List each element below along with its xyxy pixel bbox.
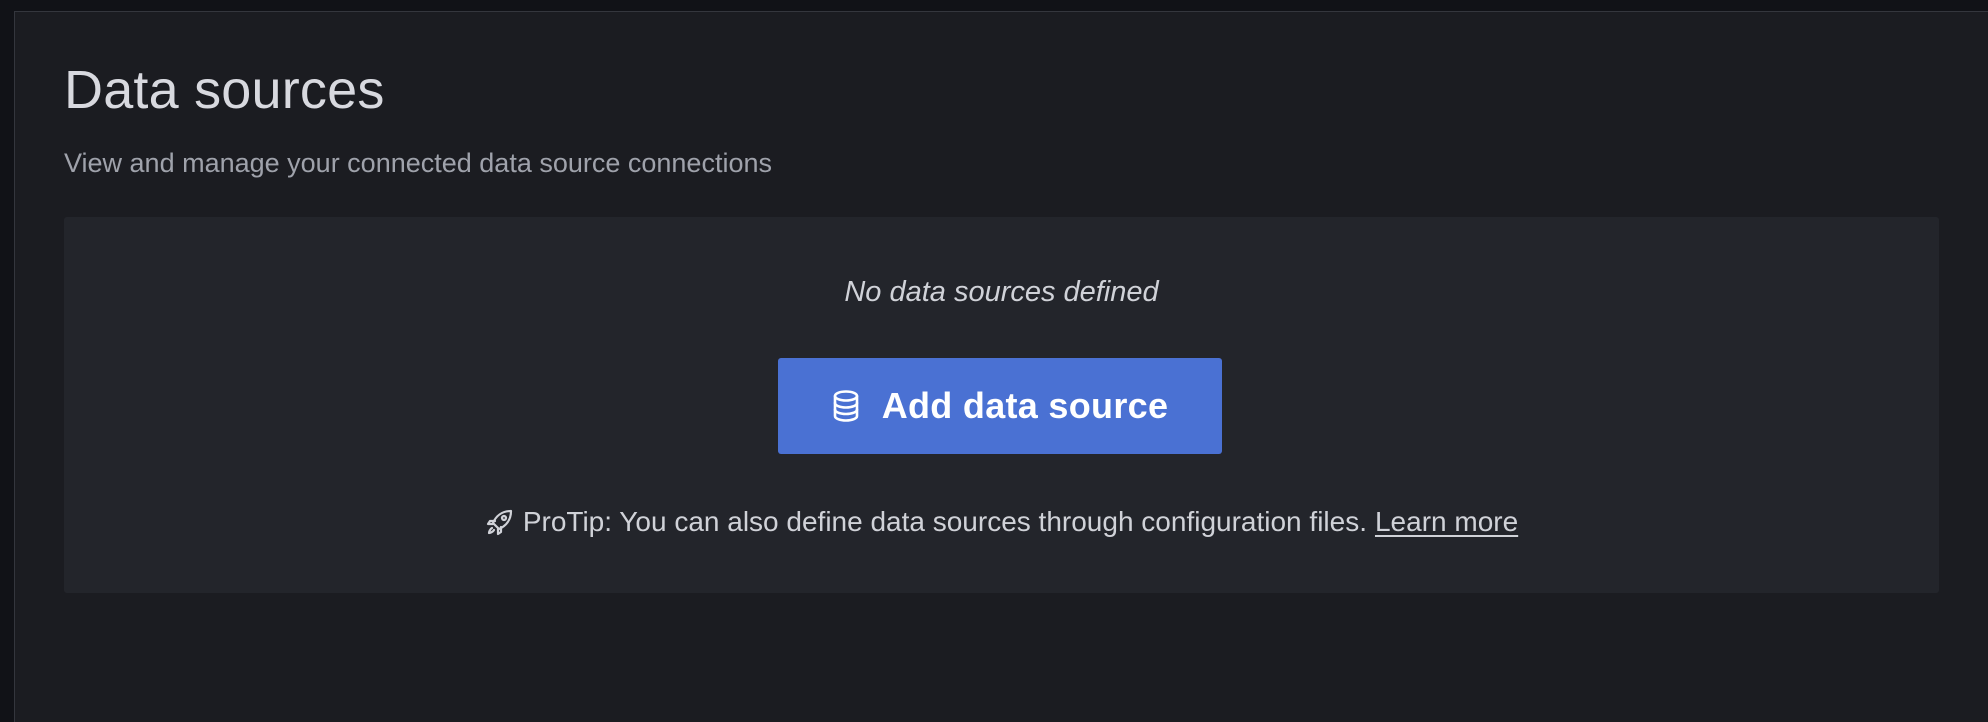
- add-data-source-label: Add data source: [881, 385, 1169, 426]
- empty-state-panel: No data sources defined Add data source: [64, 217, 1939, 593]
- protip-text: ProTip: You can also define data sources…: [522, 506, 1367, 537]
- main-content: Data sources View and manage your connec…: [14, 11, 1988, 722]
- protip: ProTip: You can also define data sources…: [64, 503, 1939, 541]
- add-data-source-button[interactable]: Add data source: [778, 358, 1222, 454]
- rocket-icon: [485, 507, 515, 537]
- learn-more-link[interactable]: Learn more: [1375, 506, 1518, 537]
- page-title: Data sources: [64, 60, 385, 120]
- page-subtitle: View and manage your connected data sour…: [64, 148, 772, 178]
- database-icon: [832, 389, 860, 423]
- empty-state-message: No data sources defined: [844, 276, 1159, 308]
